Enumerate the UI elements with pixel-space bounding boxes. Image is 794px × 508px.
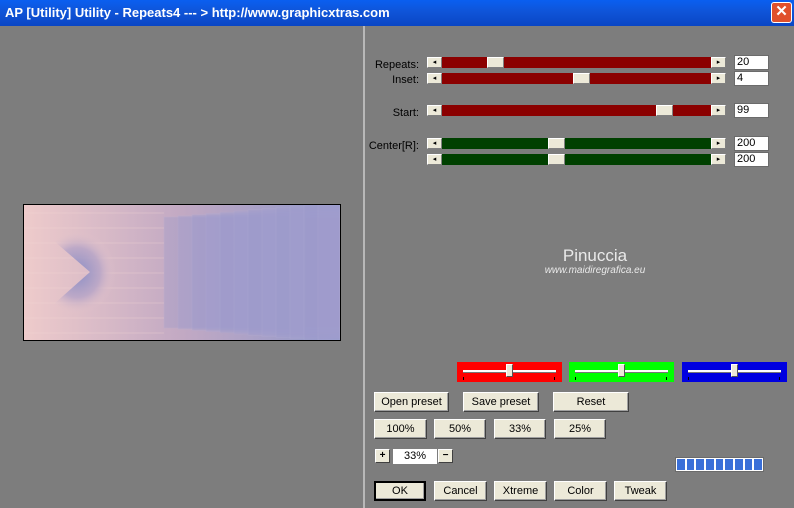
slider-tick [554,377,555,380]
progress-block [744,459,753,470]
slider-value-field[interactable]: 4 [734,71,769,86]
zoom-value: 33% [393,449,437,464]
slider-track[interactable]: ◂ ▸ [427,138,726,149]
red-color-slider[interactable] [457,362,562,382]
green-color-slider[interactable] [569,362,674,382]
ok-button[interactable]: OK [374,481,426,501]
progress-block [686,459,695,470]
zoom-50-button[interactable]: 50% [434,419,486,439]
slider-tick [688,377,689,380]
slider-label: Center[R]: [368,140,419,152]
color-slider-thumb[interactable] [618,364,625,377]
arrow-right-icon[interactable]: ▸ [711,154,726,165]
arrow-left-icon[interactable]: ◂ [427,154,442,165]
preview-image [23,204,341,341]
slider-value-field[interactable]: 99 [734,103,769,118]
zoom-out-button[interactable]: − [438,449,453,463]
slider-thumb[interactable] [487,57,504,68]
color-slider-thumb[interactable] [506,364,513,377]
title-bar: AP [Utility] Utility - Repeats4 --- > ht… [0,0,794,26]
slider-track[interactable]: ◂ ▸ [427,73,726,84]
close-icon: ✕ [775,3,788,20]
color-slider-thumb[interactable] [731,364,738,377]
arrow-right-icon[interactable]: ▸ [711,105,726,116]
cancel-button[interactable]: Cancel [434,481,487,501]
preview-pattern [24,205,340,340]
progress-block [677,459,685,470]
progress-block [735,459,743,470]
progress-block [696,459,705,470]
close-button[interactable]: ✕ [771,2,792,23]
slider-thumb[interactable] [573,73,590,84]
watermark: Pinuccia www.maidiregrafica.eu [520,246,670,277]
slider-track[interactable]: ◂ ▸ [427,57,726,68]
slider-tick [666,377,667,380]
blue-color-slider[interactable] [682,362,787,382]
arrow-right-icon[interactable]: ▸ [711,138,726,149]
open-preset-button[interactable]: Open preset [374,392,449,412]
reset-button[interactable]: Reset [553,392,629,412]
slider-label: Repeats: [374,59,419,71]
zoom-in-button[interactable]: + [375,449,390,463]
arrow-right-icon[interactable]: ▸ [711,73,726,84]
slider-value-field[interactable]: 200 [734,136,769,151]
progress-block [706,459,714,470]
slider-thumb[interactable] [656,105,673,116]
arrow-left-icon[interactable]: ◂ [427,73,442,84]
progress-fill [677,459,763,470]
slider-track[interactable]: ◂ ▸ [427,105,726,116]
preview-band [317,205,340,340]
slider-tick [463,377,464,380]
slider-value-field[interactable]: 200 [734,152,769,167]
slider-track[interactable]: ◂ ▸ [427,154,726,165]
arrow-left-icon[interactable]: ◂ [427,105,442,116]
zoom-100-button[interactable]: 100% [374,419,427,439]
progress-block [754,459,763,470]
slider-tick [575,377,576,380]
slider-tick [779,377,780,380]
slider-thumb[interactable] [548,154,565,165]
save-preset-button[interactable]: Save preset [463,392,539,412]
window-title: AP [Utility] Utility - Repeats4 --- > ht… [5,5,390,20]
watermark-url: www.maidiregrafica.eu [544,265,646,276]
slider-label: Start: [392,107,419,119]
progress-block [715,459,724,470]
xtreme-button[interactable]: Xtreme [494,481,547,501]
watermark-name: Pinuccia [562,246,628,265]
zoom-33-button[interactable]: 33% [494,419,546,439]
slider-label: Inset: [392,74,419,86]
arrow-right-icon[interactable]: ▸ [711,57,726,68]
color-button[interactable]: Color [554,481,607,501]
progress-indicator [675,457,764,472]
zoom-25-button[interactable]: 25% [554,419,606,439]
slider-value-field[interactable]: 20 [734,55,769,70]
tweak-button[interactable]: Tweak [614,481,667,501]
slider-thumb[interactable] [548,138,565,149]
arrow-left-icon[interactable]: ◂ [427,57,442,68]
arrow-left-icon[interactable]: ◂ [427,138,442,149]
progress-block [725,459,734,470]
